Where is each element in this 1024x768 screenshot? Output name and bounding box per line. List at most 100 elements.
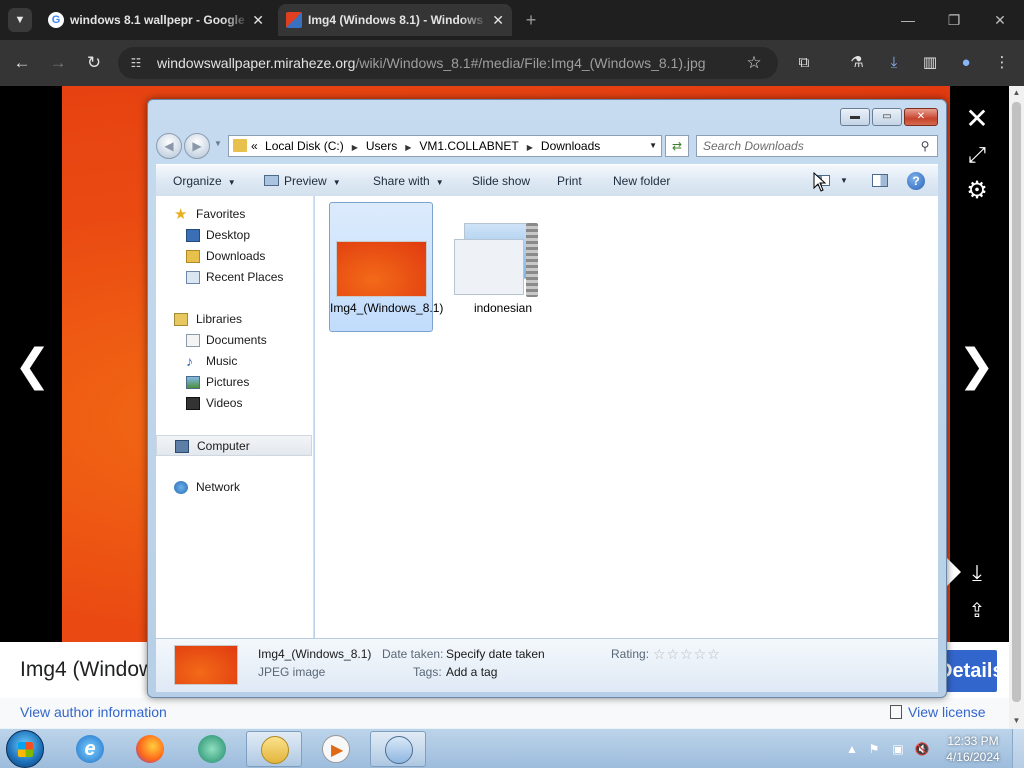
print-button[interactable]: Print: [557, 165, 582, 197]
file-item-indonesian[interactable]: indonesian: [451, 202, 555, 332]
nav-documents[interactable]: Documents: [156, 330, 312, 351]
nav-videos[interactable]: Videos: [156, 393, 312, 414]
view-license-link[interactable]: View license: [890, 704, 986, 720]
scroll-down-arrow-icon[interactable]: ▼: [1009, 714, 1024, 728]
window-close-icon[interactable]: ✕: [980, 8, 1020, 32]
share-icon[interactable]: ⇪: [962, 596, 992, 626]
clock-date: 4/16/2024: [946, 750, 1000, 764]
preview-pane-icon[interactable]: [872, 174, 888, 187]
network-status-icon[interactable]: ▣: [890, 741, 906, 757]
file-item-img4[interactable]: Img4_(Windows_8.1): [329, 202, 443, 332]
nav-music[interactable]: ♪ Music: [156, 351, 312, 372]
address-bar[interactable]: ☷ windowswallpaper.miraheze.org/wiki/Win…: [118, 47, 778, 79]
refresh-icon[interactable]: ⇄: [665, 135, 689, 157]
tab-close-icon[interactable]: ✕: [492, 4, 504, 36]
explorer-maximize-button[interactable]: ▭: [872, 108, 902, 126]
rating-stars[interactable]: ☆☆☆☆☆: [653, 646, 721, 663]
previous-image-chevron-icon[interactable]: ❮: [14, 341, 51, 391]
nav-downloads[interactable]: Downloads: [156, 246, 312, 267]
action-center-flag-icon[interactable]: ⚑: [866, 741, 882, 757]
explorer-minimize-button[interactable]: ▬: [840, 108, 870, 126]
taskbar-clock[interactable]: 12:33 PM 4/16/2024: [944, 733, 1002, 765]
clock-time: 12:33 PM: [947, 734, 999, 748]
url-path: /wiki/Windows_8.1#/media/File:Img4_(Wind…: [355, 55, 706, 71]
tab-search-chevron-icon[interactable]: ▼: [8, 8, 32, 32]
downloads-icon[interactable]: ⤓: [882, 51, 906, 75]
nav-pictures[interactable]: Pictures: [156, 372, 312, 393]
view-author-link[interactable]: View author information: [20, 704, 167, 720]
preview-button[interactable]: Preview ▼: [264, 165, 341, 197]
window-restore-icon[interactable]: ❐: [934, 8, 974, 32]
volume-muted-icon[interactable]: 🔇: [914, 741, 930, 757]
tab-google-search[interactable]: windows 8.1 wallpepr - Google Search ✕: [40, 4, 272, 36]
nav-network[interactable]: Network: [156, 477, 312, 498]
share-with-button[interactable]: Share with ▼: [373, 165, 444, 197]
side-panel-icon[interactable]: ▥: [918, 51, 942, 75]
details-thumbnail: [174, 645, 238, 685]
close-lightbox-icon[interactable]: ✕: [962, 104, 992, 134]
tab-close-icon[interactable]: ✕: [252, 4, 264, 36]
fullscreen-expand-icon[interactable]: ⤢: [962, 140, 992, 170]
new-tab-plus-icon[interactable]: +: [520, 8, 542, 32]
network-icon: [174, 481, 188, 494]
tab-wallpaper-page[interactable]: Img4 (Windows 8.1) - Windows Wallpaper ✕: [278, 4, 512, 36]
explorer-close-button[interactable]: ✕: [904, 108, 938, 126]
explorer-address-bar[interactable]: « Local Disk (C:) ▶ Users ▶ VM1.COLLABNET ▶ Do…: [228, 135, 662, 157]
next-image-chevron-icon[interactable]: ❯: [958, 341, 995, 391]
scroll-up-arrow-icon[interactable]: ▲: [1009, 86, 1024, 100]
taskbar-internet-explorer[interactable]: e: [62, 731, 118, 767]
start-button[interactable]: [6, 730, 44, 768]
explorer-forward-icon[interactable]: ▶: [184, 133, 210, 159]
new-folder-button[interactable]: New folder: [613, 165, 670, 197]
slide-show-button[interactable]: Slide show: [472, 165, 530, 197]
gear-icon[interactable]: ⚙: [962, 176, 992, 206]
scrollbar-thumb[interactable]: [1012, 102, 1021, 702]
back-arrow-icon[interactable]: ←: [10, 51, 34, 75]
nav-label: Libraries: [196, 312, 243, 326]
breadcrumb-user[interactable]: VM1.COLLABNET: [419, 139, 518, 153]
window-minimize-icon[interactable]: —: [888, 8, 928, 32]
help-icon[interactable]: ?: [907, 172, 925, 190]
extensions-puzzle-icon[interactable]: ⧉: [792, 51, 816, 75]
breadcrumb-local-disk[interactable]: Local Disk (C:): [265, 139, 344, 153]
profile-avatar-icon[interactable]: ●: [954, 51, 978, 75]
taskbar-media-player[interactable]: [308, 731, 364, 767]
nav-recent-places[interactable]: Recent Places: [156, 267, 312, 288]
taskbar-control-panel[interactable]: [370, 731, 426, 767]
search-input[interactable]: [703, 138, 913, 154]
nav-computer[interactable]: Computer: [156, 435, 312, 456]
breadcrumb-arrow-icon[interactable]: ▶: [352, 143, 358, 152]
address-dropdown-icon[interactable]: ▼: [649, 136, 657, 156]
taskbar-chat-app[interactable]: [184, 731, 240, 767]
breadcrumb-users[interactable]: Users: [366, 139, 397, 153]
show-desktop-button[interactable]: [1012, 729, 1024, 768]
breadcrumb-arrow-icon[interactable]: ▶: [527, 143, 533, 152]
browser-menu-icon[interactable]: ⋮: [990, 51, 1014, 75]
date-taken-value[interactable]: Specify date taken: [446, 647, 545, 661]
labs-flask-icon[interactable]: ⚗: [845, 51, 869, 75]
pictures-icon: [186, 376, 200, 389]
recent-pages-chevron-icon[interactable]: ▼: [214, 139, 222, 148]
forward-arrow-icon[interactable]: →: [46, 51, 70, 75]
organize-button[interactable]: Organize ▼: [173, 165, 236, 197]
nav-libraries[interactable]: Libraries: [156, 309, 312, 330]
site-info-icon[interactable]: ☷: [128, 55, 144, 71]
nav-label: Documents: [206, 333, 267, 347]
nav-desktop[interactable]: Desktop: [156, 225, 312, 246]
breadcrumb-arrow-icon[interactable]: ▶: [405, 143, 411, 152]
view-options-chevron-icon[interactable]: ▼: [840, 165, 848, 197]
search-icon[interactable]: ⚲: [917, 137, 933, 155]
nav-favorites[interactable]: ★ Favorites: [156, 204, 312, 225]
tags-value[interactable]: Add a tag: [446, 665, 497, 679]
taskbar-firefox[interactable]: [122, 731, 178, 767]
page-scrollbar[interactable]: ▲ ▼: [1009, 86, 1024, 728]
explorer-back-icon[interactable]: ◀: [156, 133, 182, 159]
breadcrumb-overflow-icon[interactable]: «: [251, 139, 258, 153]
breadcrumb-downloads[interactable]: Downloads: [541, 139, 600, 153]
download-icon[interactable]: ⤓: [962, 558, 992, 588]
show-hidden-icons-icon[interactable]: ▲: [844, 741, 860, 757]
bookmark-star-icon[interactable]: ☆: [742, 51, 766, 75]
taskbar-explorer[interactable]: [246, 731, 302, 767]
reload-icon[interactable]: ↻: [82, 51, 106, 75]
explorer-search-box[interactable]: ⚲: [696, 135, 938, 157]
